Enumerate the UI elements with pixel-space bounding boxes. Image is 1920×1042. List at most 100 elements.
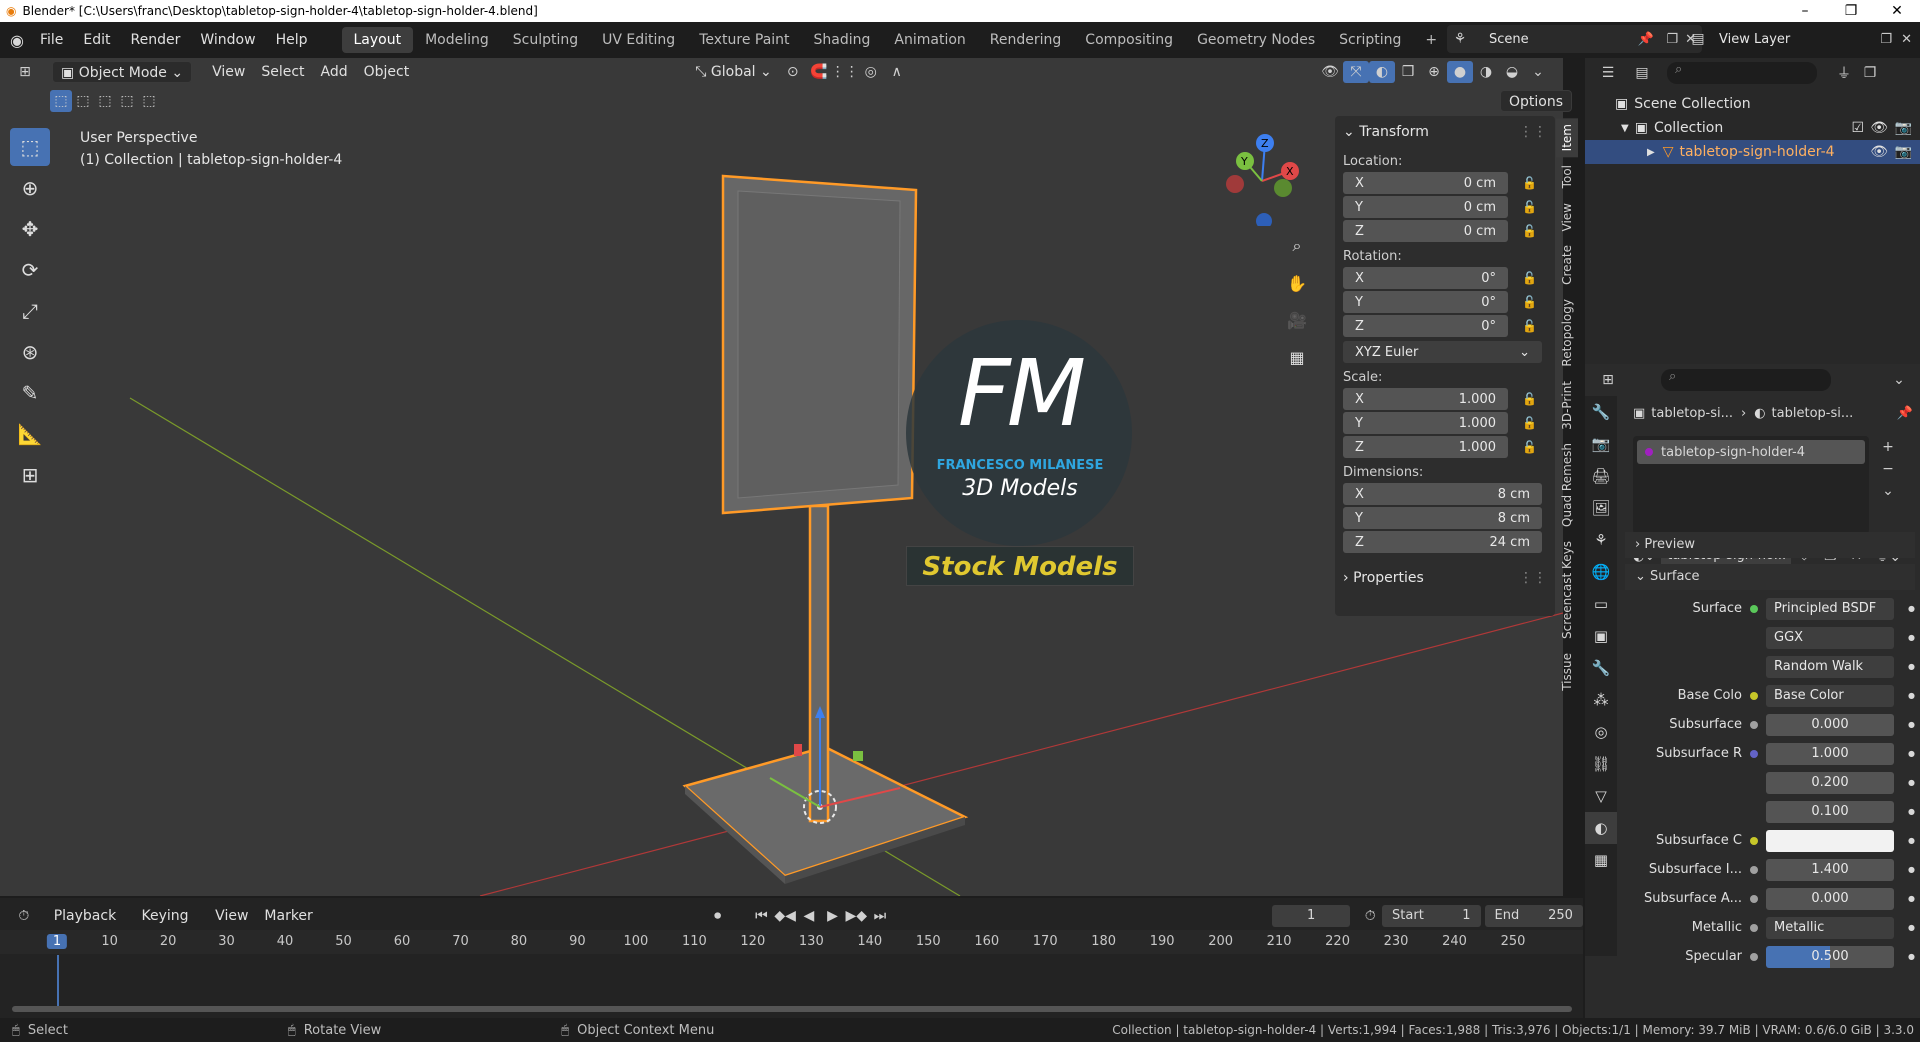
tab-uv-editing[interactable]: UV Editing <box>590 27 687 53</box>
new-scene-icon[interactable]: ❐ <box>1666 32 1678 47</box>
prev-keyframe-icon[interactable]: ◆◀ <box>773 905 797 927</box>
shading-options-icon[interactable]: ⌄ <box>1525 61 1551 83</box>
data-tab-icon[interactable]: ▽ <box>1585 780 1617 812</box>
scene-name[interactable]: Scene <box>1489 32 1529 47</box>
select-new-icon[interactable]: ⬚ <box>50 90 72 112</box>
play-icon[interactable]: ▶ <box>821 905 845 927</box>
chevron-down-icon[interactable]: ⌄ <box>1886 369 1912 391</box>
tab-modeling[interactable]: Modeling <box>413 27 501 53</box>
menu-select[interactable]: Select <box>253 61 312 83</box>
tab-texture-paint[interactable]: Texture Paint <box>687 27 801 53</box>
camera-render-icon[interactable]: 📷 <box>1895 120 1912 136</box>
slot-menu-icon[interactable]: ⌄ <box>1875 480 1901 502</box>
record-icon[interactable]: ⏺ <box>706 905 730 927</box>
property-field[interactable]: GGX <box>1766 626 1894 649</box>
tab-3d-print[interactable]: 3D-Print <box>1556 375 1578 436</box>
socket-icon[interactable] <box>1750 720 1758 729</box>
menu-object[interactable]: Object <box>356 61 418 83</box>
lock-icon[interactable]: 🔓 <box>1522 319 1542 333</box>
lock-icon[interactable]: 🔓 <box>1522 440 1542 454</box>
filter-icon[interactable]: ⏚ <box>1831 62 1857 84</box>
transform-icon[interactable]: ⊛ <box>10 333 50 371</box>
physics-tab-icon[interactable]: ◎ <box>1585 716 1617 748</box>
expand-icon[interactable]: ▶ <box>1647 147 1655 158</box>
dimensions-z-field[interactable]: Z 24 cm <box>1343 531 1542 553</box>
menu-help[interactable]: Help <box>266 32 318 48</box>
add-cube-icon[interactable]: ⊞ <box>10 456 50 494</box>
rendered-shading-icon[interactable]: ◒ <box>1499 61 1525 83</box>
property-field[interactable]: 0.500 <box>1766 945 1894 968</box>
scale-y-field[interactable]: Y 1.000 <box>1343 412 1508 434</box>
property-field[interactable]: 0.000 <box>1766 713 1894 736</box>
menu-window[interactable]: Window <box>190 32 265 48</box>
property-field[interactable]: Principled BSDF <box>1766 597 1894 620</box>
tool-tab-icon[interactable]: 🔧 <box>1585 396 1617 428</box>
rotation-x-field[interactable]: X 0° <box>1343 267 1508 289</box>
maximize-button[interactable]: ❐ <box>1828 0 1874 22</box>
add-workspace-icon[interactable]: + <box>1413 27 1449 53</box>
remove-slot-icon[interactable]: − <box>1875 458 1901 480</box>
object-tab-icon[interactable]: ▣ <box>1585 620 1617 652</box>
particles-tab-icon[interactable]: ⁂ <box>1585 684 1617 716</box>
outliner-scene-collection[interactable]: ▣ Scene Collection <box>1585 92 1920 116</box>
tab-geometry-nodes[interactable]: Geometry Nodes <box>1185 27 1327 53</box>
lock-icon[interactable]: 🔓 <box>1522 416 1542 430</box>
lock-icon[interactable]: 🔓 <box>1522 176 1542 190</box>
property-field[interactable]: Metallic <box>1766 916 1894 939</box>
tab-scripting[interactable]: Scripting <box>1327 27 1413 53</box>
3d-viewport[interactable]: FM FRANCESCO MILANESE 3D Models Stock Mo… <box>0 58 1563 896</box>
measure-icon[interactable]: 📐 <box>10 415 50 453</box>
solid-shading-icon[interactable]: ● <box>1447 61 1473 83</box>
tab-view[interactable]: View <box>1556 197 1578 237</box>
keyframe-dot-icon[interactable]: ● <box>1908 720 1915 729</box>
options-button[interactable]: Options <box>1500 90 1573 112</box>
tab-item[interactable]: Item <box>1556 118 1578 158</box>
camera-render-icon[interactable]: 📷 <box>1895 144 1912 160</box>
rotation-mode-select[interactable]: XYZ Euler ⌄ <box>1343 341 1542 363</box>
property-field[interactable]: 1.000 <box>1766 742 1894 765</box>
texture-tab-icon[interactable]: ▦ <box>1585 844 1617 876</box>
timeline-editor-icon[interactable]: ⏱ <box>12 905 36 927</box>
socket-icon[interactable] <box>1750 604 1758 613</box>
next-keyframe-icon[interactable]: ▶◆ <box>844 905 868 927</box>
display-mode-icon[interactable]: ▤ <box>1629 62 1655 84</box>
keyframe-dot-icon[interactable]: ● <box>1908 836 1915 845</box>
outliner-object[interactable]: ▶ ▽ tabletop-sign-holder-4 👁 📷 <box>1585 140 1920 164</box>
tab-compositing[interactable]: Compositing <box>1073 27 1185 53</box>
select-subtract-icon[interactable]: ⬚ <box>94 90 116 112</box>
tab-shading[interactable]: Shading <box>802 27 883 53</box>
keyframe-dot-icon[interactable]: ● <box>1908 952 1915 961</box>
breadcrumb-object[interactable]: tabletop-si... <box>1651 406 1733 421</box>
material-tab-icon[interactable]: ◐ <box>1585 812 1617 844</box>
gizmo-toggle-icon[interactable]: ⤧ <box>1343 61 1369 83</box>
view-layer-name[interactable]: View Layer <box>1719 32 1790 47</box>
keyframe-dot-icon[interactable]: ● <box>1908 633 1915 642</box>
properties-editor-icon[interactable]: ⊞ <box>1595 369 1621 391</box>
property-field[interactable]: 0.000 <box>1766 887 1894 910</box>
transform-orientation[interactable]: ⤡ Global ⌄ <box>687 61 780 83</box>
render-tab-icon[interactable]: 📷 <box>1585 428 1617 460</box>
location-x-field[interactable]: X 0 cm <box>1343 172 1508 194</box>
tab-retopology[interactable]: Retopology <box>1556 293 1578 373</box>
annotate-icon[interactable]: ✎ <box>10 374 50 412</box>
lock-icon[interactable]: 🔓 <box>1522 295 1542 309</box>
keyframe-dot-icon[interactable]: ● <box>1908 894 1915 903</box>
select-box-icon[interactable]: ⬚ <box>10 128 50 166</box>
pin-icon[interactable]: 📌 <box>1638 32 1654 47</box>
scale-icon[interactable]: ⤢ <box>10 292 50 330</box>
grid-icon[interactable]: ▦ <box>1282 340 1312 374</box>
editor-type-icon[interactable]: ⊞ <box>12 61 38 83</box>
transform-header[interactable]: ⌄ Transform ⋮⋮ <box>1335 116 1555 148</box>
mode-select[interactable]: ▣ Object Mode ⌄ <box>52 61 193 83</box>
scale-x-field[interactable]: X 1.000 <box>1343 388 1508 410</box>
location-y-field[interactable]: Y 0 cm <box>1343 196 1508 218</box>
checkbox-icon[interactable]: ☑ <box>1851 120 1864 136</box>
tab-create[interactable]: Create <box>1556 239 1578 291</box>
socket-icon[interactable] <box>1750 836 1758 845</box>
current-frame-field[interactable]: 1 <box>1271 905 1351 927</box>
cursor-icon[interactable]: ⊕ <box>10 169 50 207</box>
preview-section[interactable]: › Preview <box>1625 532 1915 558</box>
property-field[interactable]: 1.400 <box>1766 858 1894 881</box>
zoom-icon[interactable]: ⌕ <box>1282 229 1312 263</box>
properties-header[interactable]: › Properties ⋮⋮ <box>1335 562 1555 594</box>
